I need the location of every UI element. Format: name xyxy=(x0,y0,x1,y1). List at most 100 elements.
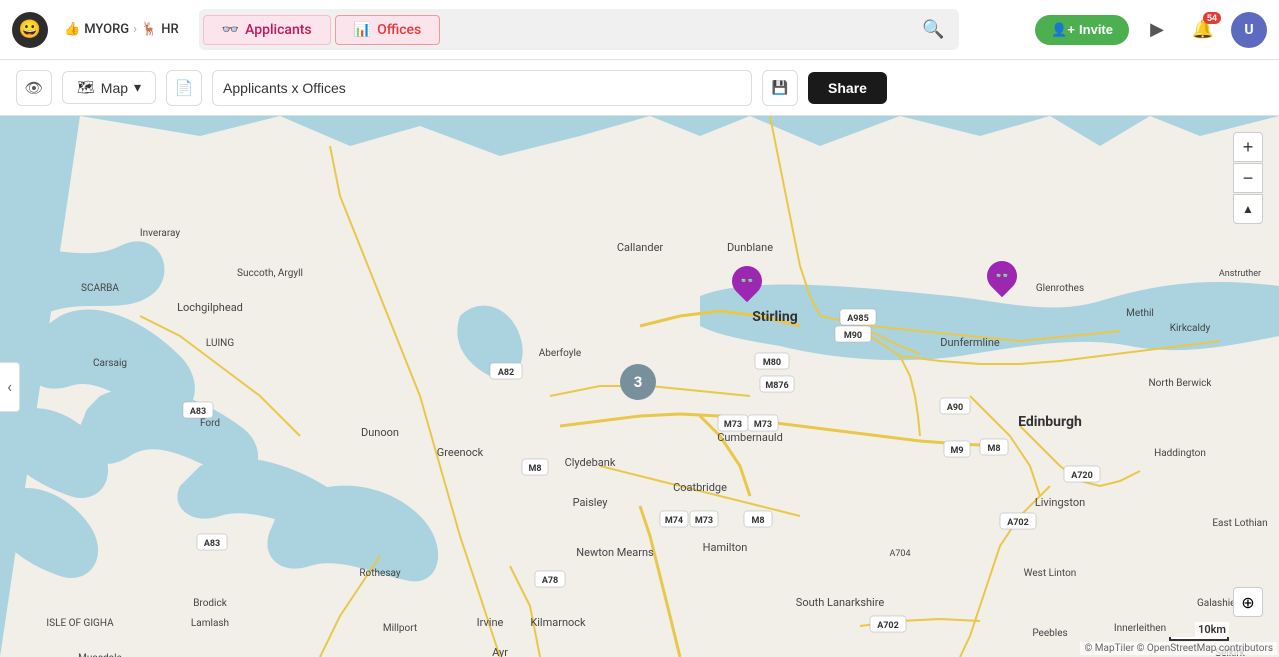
svg-text:A83: A83 xyxy=(190,407,206,417)
view-icon: 👁 xyxy=(24,79,43,97)
invite-button[interactable]: 👤+ Invite xyxy=(1035,15,1129,45)
logo-area: 😀 xyxy=(12,12,48,48)
header-right: 👤+ Invite ▶ 🔔 54 U xyxy=(1035,12,1267,48)
title-input[interactable] xyxy=(223,80,741,96)
svg-text:A82: A82 xyxy=(498,368,514,378)
svg-text:A78: A78 xyxy=(542,576,558,586)
svg-text:Stirling: Stirling xyxy=(752,309,797,325)
svg-text:M8: M8 xyxy=(987,444,1000,454)
cluster-marker[interactable]: 3 xyxy=(620,364,656,400)
notification-badge: 54 xyxy=(1203,12,1221,24)
svg-text:M73: M73 xyxy=(724,420,742,430)
scale-bar: 10km xyxy=(1169,622,1229,641)
svg-text:A704: A704 xyxy=(889,549,910,559)
svg-text:Irvine: Irvine xyxy=(477,616,504,629)
title-field xyxy=(212,70,752,106)
svg-text:Glenrothes: Glenrothes xyxy=(1036,283,1084,294)
svg-text:M8: M8 xyxy=(528,464,541,474)
svg-text:Kilmarnock: Kilmarnock xyxy=(530,616,586,629)
tab-applicants[interactable]: 👓 Applicants xyxy=(203,15,331,45)
svg-text:A90: A90 xyxy=(947,403,963,413)
tab-offices-label: Offices xyxy=(377,22,421,38)
document-button[interactable]: 📄 xyxy=(166,70,202,106)
svg-text:Edinburgh: Edinburgh xyxy=(1018,414,1082,430)
svg-text:Inveraray: Inveraray xyxy=(140,228,181,239)
map-label: Map xyxy=(101,80,128,96)
org-name[interactable]: MYORG xyxy=(84,22,129,37)
svg-text:Livingston: Livingston xyxy=(1035,496,1085,509)
share-button[interactable]: Share xyxy=(808,72,887,104)
zoom-out-button[interactable]: − xyxy=(1233,163,1263,193)
svg-text:Lamlash: Lamlash xyxy=(191,618,229,629)
svg-text:M9: M9 xyxy=(950,446,963,456)
zoom-in-button[interactable]: + xyxy=(1233,132,1263,162)
north-icon: ▲ xyxy=(1242,202,1254,216)
svg-text:South Lanarkshire: South Lanarkshire xyxy=(796,596,885,609)
svg-text:Peebles: Peebles xyxy=(1032,628,1067,639)
sidebar-chevron-icon: ‹ xyxy=(7,377,12,396)
youtube-button[interactable]: ▶ xyxy=(1139,12,1175,48)
notification-button[interactable]: 🔔 54 xyxy=(1185,12,1221,48)
svg-text:North Berwick: North Berwick xyxy=(1149,378,1213,389)
svg-text:A985: A985 xyxy=(847,314,869,324)
map-container[interactable]: A82 M80 M876 M73 M73 M74 M73 M8 M8 M9 M8… xyxy=(0,116,1279,657)
save-button[interactable]: 💾 xyxy=(762,70,798,106)
marker-1-icon: 👓 xyxy=(740,274,755,288)
svg-text:M90: M90 xyxy=(844,331,862,341)
hr-name[interactable]: HR xyxy=(161,22,178,37)
map-dropdown-button[interactable]: 🗺 Map ▾ xyxy=(62,71,156,104)
offices-tab-icon: 📊 xyxy=(354,22,371,38)
header: 😀 👍 MYORG › 🦌 HR 👓 Applicants 📊 Offices … xyxy=(0,0,1279,60)
tab-applicants-label: Applicants xyxy=(245,22,312,38)
svg-text:Greenock: Greenock xyxy=(437,446,484,459)
svg-text:Clydebank: Clydebank xyxy=(565,456,616,469)
save-icon: 💾 xyxy=(772,80,789,96)
svg-text:SCARBA: SCARBA xyxy=(81,283,119,294)
map-controls: + − ▲ xyxy=(1233,132,1263,224)
sidebar-toggle[interactable]: ‹ xyxy=(0,362,20,412)
svg-text:ISLE OF GIGHA: ISLE OF GIGHA xyxy=(46,618,114,629)
app-logo[interactable]: 😀 xyxy=(12,12,48,48)
svg-text:A720: A720 xyxy=(1071,471,1093,481)
document-icon: 📄 xyxy=(175,79,194,97)
svg-text:M73: M73 xyxy=(754,420,772,430)
scale-line xyxy=(1169,637,1229,641)
svg-text:Haddington: Haddington xyxy=(1154,448,1206,459)
svg-text:Newton Mearns: Newton Mearns xyxy=(576,546,654,559)
svg-text:Millport: Millport xyxy=(383,623,417,634)
zoom-in-icon: + xyxy=(1243,137,1254,158)
invite-label: Invite xyxy=(1079,22,1113,37)
hr-icon: 🦌 xyxy=(141,22,157,37)
svg-text:Brodick: Brodick xyxy=(193,598,228,609)
svg-text:Innerleithen: Innerleithen xyxy=(1114,623,1166,634)
marker-cumbernauld[interactable]: 👓 xyxy=(730,266,764,306)
svg-text:Methil: Methil xyxy=(1126,308,1154,319)
marker-edinburgh[interactable]: 👓 xyxy=(985,261,1019,301)
org-navigation: 👍 MYORG › 🦌 HR xyxy=(64,22,179,37)
svg-text:Ayr: Ayr xyxy=(492,646,508,657)
svg-text:Cumbernauld: Cumbernauld xyxy=(717,431,783,444)
svg-text:Callander: Callander xyxy=(617,241,664,254)
svg-text:M876: M876 xyxy=(765,381,788,391)
invite-plus-icon: 👤+ xyxy=(1051,22,1075,38)
tabs-search-button[interactable]: 🔍 xyxy=(912,13,954,46)
org-icon: 👍 xyxy=(64,22,80,37)
svg-text:M74: M74 xyxy=(665,516,683,526)
svg-text:M8: M8 xyxy=(751,516,764,526)
svg-text:Dunfermline: Dunfermline xyxy=(940,336,1000,349)
svg-text:Dunoon: Dunoon xyxy=(361,426,399,439)
svg-text:East Lothian: East Lothian xyxy=(1212,518,1267,529)
svg-text:Muasdale: Muasdale xyxy=(78,653,122,657)
north-button[interactable]: ▲ xyxy=(1233,194,1263,224)
svg-text:LUING: LUING xyxy=(206,338,234,349)
locate-button[interactable]: ⊕ xyxy=(1233,587,1263,617)
user-avatar[interactable]: U xyxy=(1231,12,1267,48)
tabs-search-bar: 👓 Applicants 📊 Offices 🔍 xyxy=(199,9,959,50)
map-attribution: © MapTiler © OpenStreetMap contributors xyxy=(1080,642,1277,655)
svg-text:Ford: Ford xyxy=(200,418,220,429)
marker-2-icon: 👓 xyxy=(995,269,1010,283)
tab-offices[interactable]: 📊 Offices xyxy=(335,15,441,45)
view-toggle-button[interactable]: 👁 xyxy=(16,70,52,106)
share-label: Share xyxy=(828,80,867,96)
svg-text:Succoth, Argyll: Succoth, Argyll xyxy=(237,268,303,279)
